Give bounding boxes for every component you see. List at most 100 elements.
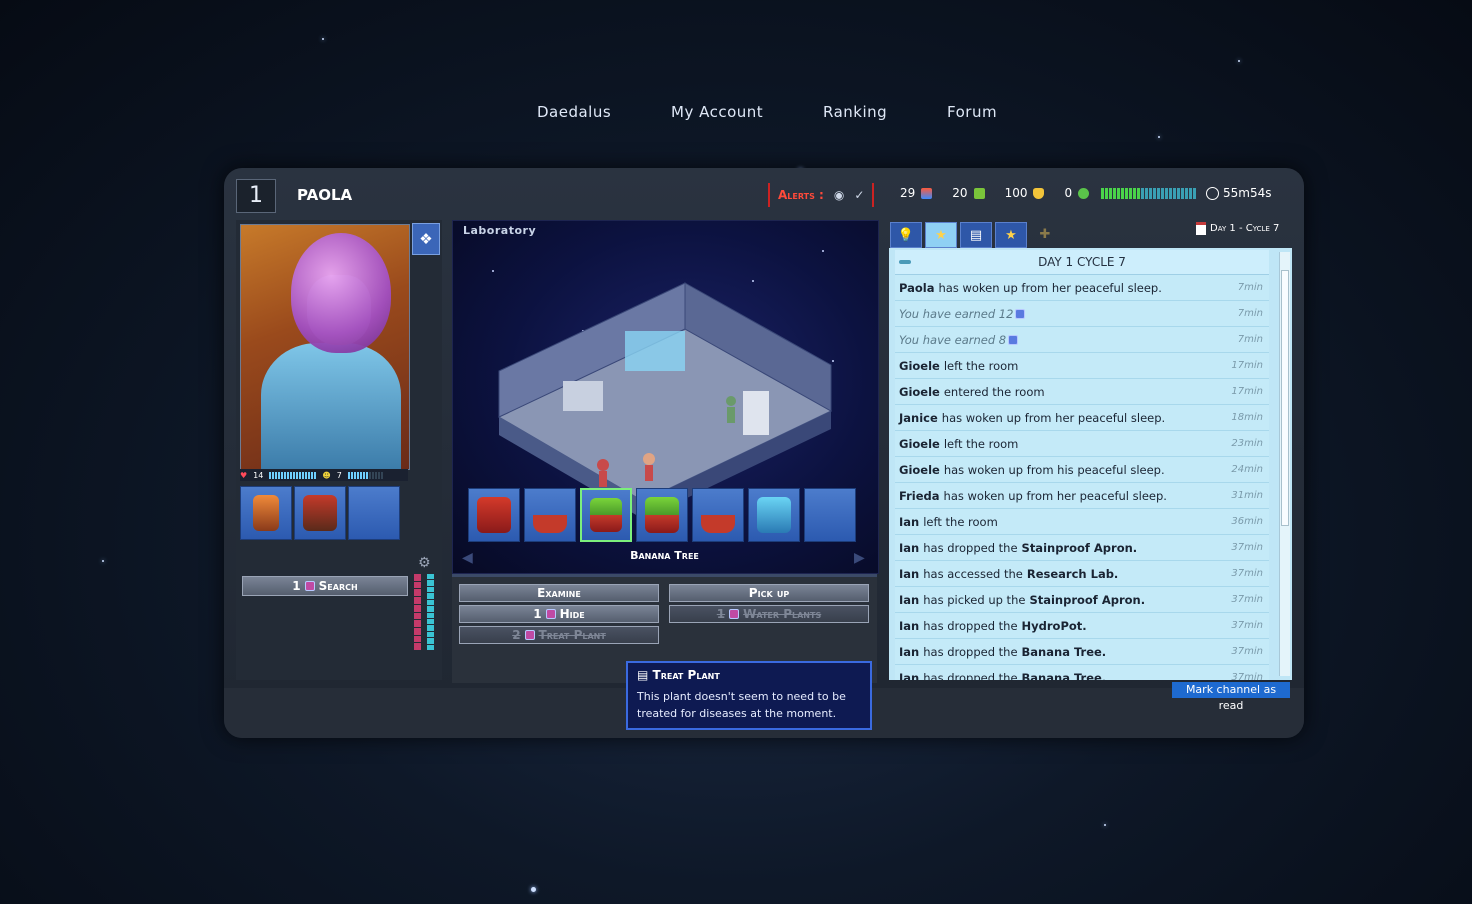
- log-timestamp: 7min: [1237, 334, 1263, 345]
- action-point-icon: [729, 609, 740, 619]
- log-message: You have earned 12 7min: [895, 301, 1269, 327]
- star: [322, 38, 324, 40]
- action-points-value: 29: [900, 186, 916, 200]
- clipboard-icon: ▤: [637, 668, 649, 682]
- log-character-name: Ian: [899, 566, 920, 581]
- banana-tree-icon: [590, 498, 622, 532]
- log-message: Janice has woken up from her peaceful sle…: [895, 405, 1269, 431]
- hide-button[interactable]: 1 Hide: [459, 605, 659, 623]
- log-message: Gioele has woken up from his peaceful sle…: [895, 457, 1269, 483]
- character-name: PAOLA: [297, 186, 353, 204]
- action-point-icon: [524, 630, 535, 640]
- log-message: You have earned 8 7min: [895, 327, 1269, 353]
- log-character-name: Ian: [899, 514, 920, 529]
- log-character-name: Ian: [899, 618, 920, 633]
- treat-plant-label: Treat Plant: [538, 628, 606, 642]
- log-timestamp: 37min: [1231, 542, 1263, 553]
- action-tooltip: ▤ Treat Plant This plant doesn't seem to…: [626, 661, 872, 730]
- portrait-helmet: [291, 233, 391, 353]
- cycle-timer: 55m54s: [1206, 186, 1271, 200]
- log-text: has accessed the: [923, 566, 1023, 581]
- log-text: left the room: [943, 436, 1019, 451]
- log-timestamp: 31min: [1231, 490, 1263, 501]
- log-timestamp: 7min: [1237, 308, 1263, 319]
- star: [1238, 60, 1240, 62]
- tab-tips[interactable]: 💡: [890, 222, 922, 248]
- room-slot-hydropot[interactable]: [524, 488, 576, 542]
- health-value: 14: [253, 470, 264, 480]
- log-timestamp: 37min: [1231, 594, 1263, 605]
- nav-forum[interactable]: Forum: [947, 103, 997, 121]
- nav-ranking[interactable]: Ranking: [823, 103, 887, 121]
- settings-gear-icon[interactable]: ⚙: [418, 555, 431, 571]
- nav-my-account[interactable]: My Account: [671, 103, 763, 121]
- water-plants-button[interactable]: 1 Water Plants: [669, 605, 869, 623]
- alerts-bar: Alerts : ◉ ✓: [768, 183, 875, 207]
- walkie-talkie-icon: [253, 495, 279, 531]
- portrait-suit: [261, 343, 401, 469]
- tab-favorites[interactable]: ★: [995, 222, 1027, 248]
- treat-plant-cost: 2: [512, 628, 521, 642]
- log-character-name: Gioele: [899, 462, 940, 477]
- morale-value: 7: [336, 470, 342, 480]
- top-navigation: Daedalus My Account Ranking Forum: [0, 103, 1472, 125]
- room-slot-empty[interactable]: [804, 488, 856, 542]
- search-button[interactable]: 1 Search: [242, 576, 408, 596]
- inventory-slot-walkie-talkie[interactable]: [240, 486, 292, 540]
- log-timestamp: 37min: [1231, 620, 1263, 631]
- tab-room-log[interactable]: ★: [925, 222, 957, 248]
- inventory-slot-empty[interactable]: [348, 486, 400, 540]
- clock-icon: [1206, 186, 1219, 200]
- mark-channel-read-button[interactable]: Mark channel as read: [1172, 682, 1290, 712]
- log-text: entered the room: [943, 384, 1045, 399]
- log-character-name: Frieda: [899, 488, 940, 503]
- log-message: Gioele entered the room 17min: [895, 379, 1269, 405]
- crew-life-bar: [1101, 187, 1197, 199]
- health-bar: [269, 471, 317, 479]
- log-character-name: Janice: [899, 410, 938, 425]
- log-character-name: Paola: [899, 280, 935, 295]
- room-slot-hydropot[interactable]: [692, 488, 744, 542]
- lightbulb-icon: 💡: [897, 227, 915, 243]
- star: [102, 560, 104, 562]
- hide-cost: 1: [533, 607, 542, 621]
- book-icon: [477, 497, 511, 533]
- log-message: Ian has picked up the Stainproof Apron. 37m…: [895, 587, 1269, 613]
- room-number: 1: [236, 179, 276, 213]
- room-inventory: [468, 488, 856, 542]
- log-message: Ian has accessed the Research Lab. 37min: [895, 561, 1269, 587]
- log-item-name: Stainproof Apron.: [1029, 592, 1146, 607]
- log-timestamp: 37min: [1231, 568, 1263, 579]
- health-icon: ♥: [240, 470, 248, 480]
- inventory-slot-itrackie[interactable]: [294, 486, 346, 540]
- log-timestamp: 17min: [1231, 360, 1263, 371]
- nav-daedalus[interactable]: Daedalus: [537, 103, 611, 121]
- damage-alert-icon[interactable]: ✓: [854, 188, 864, 202]
- log-timestamp: 24min: [1231, 464, 1263, 475]
- room-slot-banana-tree[interactable]: [636, 488, 688, 542]
- log-text: left the room: [923, 514, 998, 529]
- log-message: Ian left the room 36min: [895, 509, 1269, 535]
- hull-armor-icon: [1033, 187, 1045, 199]
- pick-up-button[interactable]: Pick up: [669, 584, 869, 602]
- log-timestamp: 7min: [1237, 282, 1263, 293]
- action-points-gauge: [414, 574, 421, 651]
- log-text: has dropped the: [923, 644, 1018, 659]
- scrollbar-thumb[interactable]: [1281, 270, 1289, 526]
- log-timestamp: 37min: [1231, 672, 1263, 680]
- room-slot-banana-tree-selected[interactable]: [580, 488, 632, 542]
- treat-plant-button[interactable]: 2 Treat Plant: [459, 626, 659, 644]
- skills-button[interactable]: ❖: [412, 223, 440, 255]
- log-timestamp: 23min: [1231, 438, 1263, 449]
- examine-button[interactable]: Examine: [459, 584, 659, 602]
- room-slot-stainproof-apron[interactable]: [748, 488, 800, 542]
- room-log-scrollbar[interactable]: [1279, 252, 1290, 676]
- action-point-icon: [545, 609, 556, 619]
- day-cycle-header[interactable]: DAY 1 CYCLE 7: [895, 250, 1269, 275]
- room-slot-book[interactable]: [468, 488, 520, 542]
- log-message: Ian has dropped the HydroPot. 37min: [895, 613, 1269, 639]
- brain-icon: ❖: [419, 230, 433, 248]
- new-channel-button[interactable]: ✚: [1030, 222, 1060, 246]
- eye-alert-icon[interactable]: ◉: [834, 188, 844, 202]
- tab-public-channel[interactable]: ▤: [960, 222, 992, 248]
